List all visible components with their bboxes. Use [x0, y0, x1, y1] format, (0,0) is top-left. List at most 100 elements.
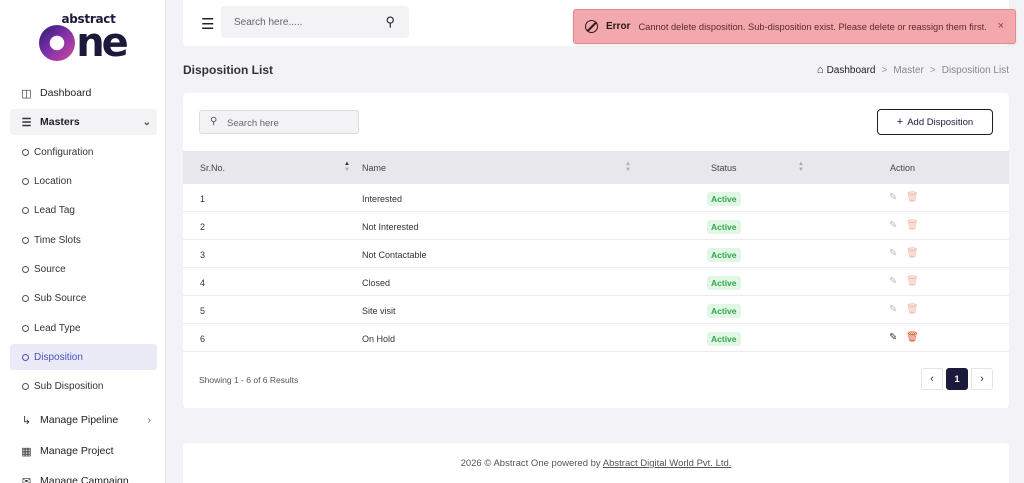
cell-srno: 6 [200, 334, 206, 344]
sidebar: abstract ne ◫ Dashboard ☰ Masters ⌄ Conf… [0, 0, 166, 483]
table-row: 1 Interested Active ✎ 🗑 [183, 184, 1009, 212]
sidebar-item-label: Dashboard [40, 87, 92, 99]
sidebar-item-manage-project[interactable]: ▦ Manage Project [10, 438, 157, 464]
edit-icon[interactable]: ✎ [889, 332, 897, 343]
chevron-right-icon[interactable]: › [971, 368, 993, 390]
status-badge: Active [707, 220, 741, 234]
sub-item-label: Lead Tag [34, 204, 75, 216]
breadcrumb-home[interactable]: ⌂ Dashboard [817, 64, 876, 76]
sidebar-item-manage-campaign[interactable]: ✉ Manage Campaign [10, 468, 157, 483]
edit-icon[interactable]: ✎ [889, 304, 897, 315]
sidebar-sub-lead-tag[interactable]: Lead Tag [10, 197, 157, 223]
sub-item-label: Sub Disposition [34, 380, 104, 392]
circle-icon [22, 353, 29, 361]
sort-icon[interactable]: ▲ ▼ [798, 161, 804, 173]
status-badge: Active [707, 304, 741, 318]
search-icon[interactable]: ⚲ [385, 14, 395, 30]
footer: 2026 © Abstract One powered by Abstract … [183, 443, 1009, 483]
sidebar-sub-sub-disposition[interactable]: Sub Disposition [10, 373, 157, 399]
chevron-left-icon[interactable]: ‹ [921, 368, 943, 390]
sub-item-label: Sub Source [34, 292, 87, 304]
toast-message: Cannot delete disposition. Sub-dispositi… [638, 21, 987, 32]
cell-name: On Hold [362, 334, 396, 344]
footer-company-link[interactable]: Abstract Digital World Pvt. Ltd. [603, 458, 732, 469]
table-search-input[interactable]: ⚲ Search here [199, 110, 359, 134]
circle-icon [22, 382, 29, 390]
close-icon[interactable]: × [998, 20, 1004, 32]
trash-icon[interactable]: 🗑 [906, 220, 919, 231]
status-badge: Active [707, 248, 741, 262]
edit-icon[interactable]: ✎ [889, 220, 897, 231]
breadcrumb-separator: > [929, 64, 936, 76]
sub-item-label: Source [34, 263, 66, 275]
edit-icon[interactable]: ✎ [889, 192, 897, 203]
sidebar-sub-configuration[interactable]: Configuration [10, 139, 157, 165]
cell-name: Not Contactable [362, 250, 427, 260]
breadcrumb-dashboard[interactable]: Dashboard [827, 65, 876, 76]
header-search-input[interactable]: Search here..... ⚲ [221, 6, 409, 38]
table-row: 2 Not Interested Active ✎ 🗑 [183, 212, 1009, 240]
sidebar-item-dashboard[interactable]: ◫ Dashboard [10, 80, 157, 106]
edit-icon[interactable]: ✎ [889, 276, 897, 287]
breadcrumb-current: Disposition List [941, 64, 1009, 76]
plus-icon: + [896, 116, 904, 128]
circle-icon [22, 206, 29, 214]
sidebar-item-label: Manage Campaign [40, 475, 129, 483]
trash-icon[interactable]: 🗑 [906, 276, 919, 287]
results-summary: Showing 1 - 6 of 6 Results [199, 375, 299, 385]
cell-srno: 1 [200, 194, 206, 204]
sort-icon[interactable]: ▲ ▼ [625, 161, 631, 173]
campaign-icon: ✉ [21, 475, 32, 483]
pipeline-icon: ↳ [21, 414, 32, 427]
sidebar-sub-disposition[interactable]: Disposition [10, 344, 157, 370]
status-badge: Active [707, 332, 741, 346]
sidebar-sub-lead-type[interactable]: Lead Type [10, 315, 157, 341]
brand-logo[interactable]: abstract ne [0, 0, 165, 70]
sub-item-label: Disposition [34, 351, 83, 363]
ban-icon [585, 20, 598, 33]
add-disposition-button[interactable]: + Add Disposition [877, 109, 993, 135]
status-badge: Active [707, 276, 741, 290]
cell-srno: 5 [200, 306, 206, 316]
sub-item-label: Lead Type [34, 322, 81, 334]
home-icon: ⌂ [816, 64, 824, 76]
table-header: Sr.No. ▲ ▼ Name ▲ ▼ Status ▲ ▼ Action [183, 151, 1009, 184]
sidebar-item-manage-pipeline[interactable]: ↳ Manage Pipeline › [10, 407, 157, 433]
trash-icon[interactable]: 🗑 [906, 192, 919, 203]
table-row: 4 Closed Active ✎ 🗑 [183, 268, 1009, 296]
cell-srno: 3 [200, 250, 206, 260]
trash-icon[interactable]: 🗑 [906, 332, 919, 343]
grid-icon: ◫ [21, 87, 32, 100]
sidebar-item-masters[interactable]: ☰ Masters ⌄ [10, 109, 157, 135]
menu-toggle-icon[interactable]: ☰ [201, 15, 214, 33]
edit-icon[interactable]: ✎ [889, 248, 897, 259]
table-search-placeholder: Search here [227, 118, 279, 129]
circle-icon [22, 177, 29, 185]
sub-item-label: Configuration [34, 146, 94, 158]
column-header-name[interactable]: Name [362, 163, 386, 173]
column-header-action: Action [890, 163, 916, 173]
table-row: 5 Site visit Active ✎ 🗑 [183, 296, 1009, 324]
breadcrumb-master[interactable]: Master [893, 65, 924, 76]
trash-icon[interactable]: 🗑 [906, 304, 919, 315]
sidebar-sub-time-slots[interactable]: Time Slots [10, 227, 157, 253]
circle-icon [22, 294, 29, 302]
page-button-current[interactable]: 1 [946, 368, 968, 390]
column-header-status[interactable]: Status [711, 163, 737, 173]
sidebar-sub-location[interactable]: Location [10, 168, 157, 194]
status-badge: Active [707, 192, 741, 206]
sidebar-sub-source[interactable]: Source [10, 256, 157, 282]
cell-name: Site visit [362, 306, 396, 316]
sidebar-sub-sub-source[interactable]: Sub Source [10, 285, 157, 311]
logo-main-text: ne [76, 20, 129, 66]
trash-icon[interactable]: 🗑 [906, 248, 919, 259]
sort-icon[interactable]: ▲ ▼ [344, 161, 350, 173]
circle-icon [22, 148, 29, 156]
disposition-card: ⚲ Search here + Add Disposition Sr.No. ▲… [183, 93, 1009, 408]
error-toast: Error Cannot delete disposition. Sub-dis… [573, 9, 1016, 44]
cell-name: Not Interested [362, 222, 419, 232]
circle-icon [22, 236, 29, 244]
column-header-srno[interactable]: Sr.No. [200, 163, 225, 173]
chevron-right-icon: › [147, 414, 151, 426]
list-icon: ☰ [21, 116, 32, 129]
